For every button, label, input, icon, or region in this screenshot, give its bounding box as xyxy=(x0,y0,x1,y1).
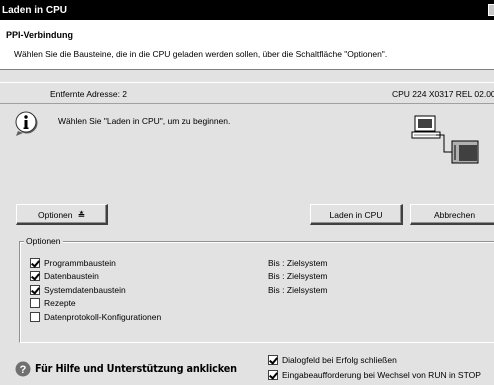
options-button-label: Optionen xyxy=(38,210,73,220)
option-programmbaustein[interactable]: Programmbaustein xyxy=(30,257,116,269)
option-target: Bis : Zielsystem xyxy=(268,271,328,281)
checkbox[interactable] xyxy=(30,257,40,268)
checkbox[interactable] xyxy=(30,284,40,295)
options-button[interactable]: Optionen ≛ xyxy=(16,204,108,225)
cancel-button[interactable]: Abbrechen xyxy=(410,204,494,225)
option-label: Rezepte xyxy=(44,297,76,308)
checkbox[interactable] xyxy=(30,297,40,308)
double-chevron-up-icon: ≛ xyxy=(77,210,85,220)
load-in-cpu-button[interactable]: Laden in CPU xyxy=(310,204,403,225)
remote-address: Entfernte Adresse: 2 xyxy=(50,89,128,99)
header-description: Wählen Sie die Bausteine, die in die CPU… xyxy=(14,49,388,59)
option-label: Programmbaustein xyxy=(44,257,116,268)
option-target: Bis : Zielsystem xyxy=(268,258,328,268)
close-button[interactable] xyxy=(488,4,494,16)
status-message: Wählen Sie "Laden in CPU", um zu beginne… xyxy=(58,116,231,126)
option-label: Datenprotokoll-Konfigurationen xyxy=(44,311,162,322)
pc-to-plc-connection-icon xyxy=(411,115,479,164)
window-titlebar: Laden in CPU xyxy=(0,0,494,20)
option-label: Systemdatenbaustein xyxy=(44,284,126,295)
option-target: Bis : Zielsystem xyxy=(268,285,328,295)
option-datenbaustein[interactable]: Datenbaustein xyxy=(30,270,99,282)
option-rezepte[interactable]: Rezepte xyxy=(30,297,76,309)
header-title: PPI-Verbindung xyxy=(6,30,74,40)
window-title: Laden in CPU xyxy=(2,5,68,16)
option-label: Dialogfeld bei Erfolg schließen xyxy=(282,354,397,365)
prompt-run-stop-option[interactable]: Eingabeaufforderung bei Wechsel von RUN … xyxy=(268,369,481,380)
options-group-legend: Optionen xyxy=(24,236,63,246)
option-label: Datenbaustein xyxy=(44,270,99,281)
close-on-success-option[interactable]: Dialogfeld bei Erfolg schließen xyxy=(268,354,397,365)
connection-info-bar: Entfernte Adresse: 2 CPU 224 X0317 REL 0… xyxy=(0,82,494,104)
dialog-header: PPI-Verbindung Wählen Sie die Bausteine,… xyxy=(0,20,494,70)
checkbox[interactable] xyxy=(268,369,278,380)
cpu-info: CPU 224 X0317 REL 02.00 xyxy=(392,89,494,99)
option-label: Eingabeaufforderung bei Wechsel von RUN … xyxy=(282,369,481,380)
svg-text:?: ? xyxy=(20,364,27,376)
option-datenprotokoll[interactable]: Datenprotokoll-Konfigurationen xyxy=(30,311,161,323)
checkbox[interactable] xyxy=(30,270,40,281)
option-systemdatenbaustein[interactable]: Systemdatenbaustein xyxy=(30,284,126,296)
info-icon xyxy=(15,111,38,136)
help-link[interactable]: Für Hilfe und Unterstützung anklicken xyxy=(35,362,237,375)
help-icon[interactable]: ? xyxy=(15,361,31,377)
checkbox[interactable] xyxy=(268,354,278,365)
checkbox[interactable] xyxy=(30,311,40,322)
